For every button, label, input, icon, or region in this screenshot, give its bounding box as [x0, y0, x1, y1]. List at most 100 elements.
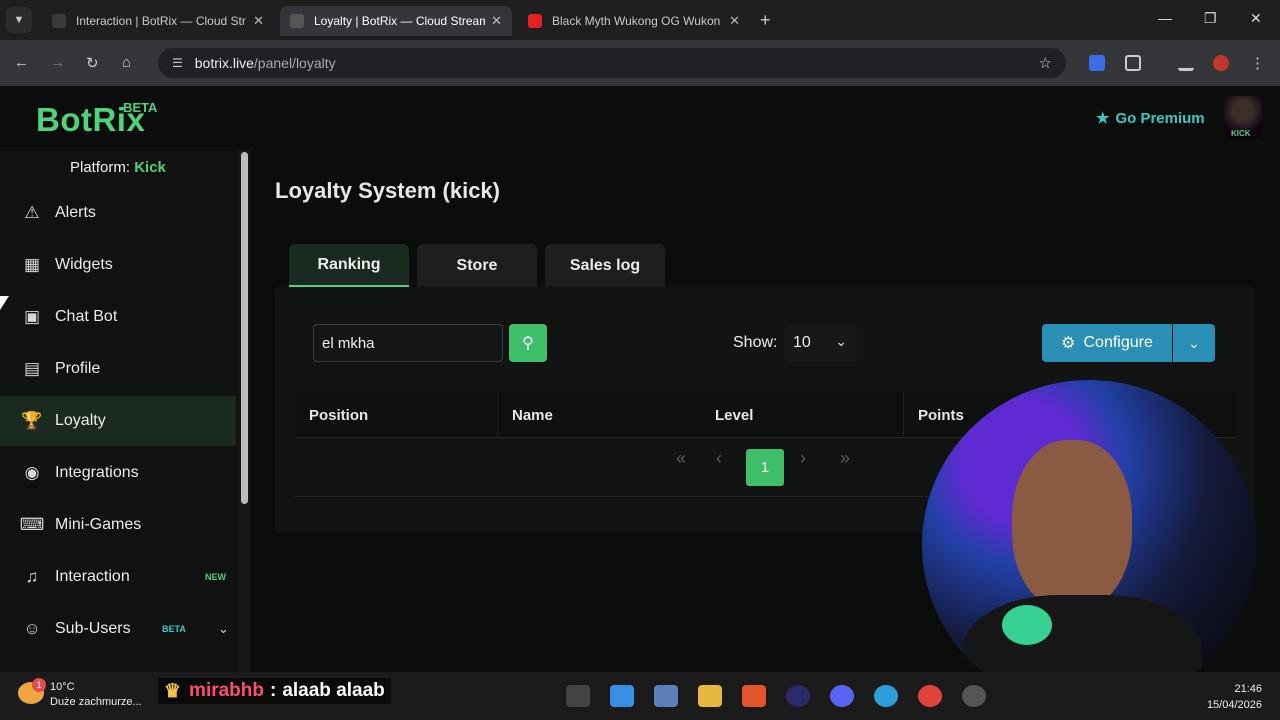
folder-icon[interactable]: [698, 685, 722, 707]
close-tab-icon[interactable]: ✕: [729, 13, 740, 29]
sidebar-item-label: Loyalty: [55, 412, 106, 429]
sidebar-item-label: Sub-Users: [55, 620, 131, 637]
configure-label: Configure: [1083, 334, 1153, 351]
restore-button[interactable]: ❐: [1204, 10, 1217, 27]
platform-indicator: Platform: Kick: [70, 159, 166, 176]
widgets-icon: ▦: [23, 255, 41, 274]
users-icon: ☺: [23, 619, 41, 638]
id-card-icon: ▤: [23, 359, 41, 378]
close-window-button[interactable]: ✕: [1250, 10, 1262, 27]
prev-page-button[interactable]: ‹: [716, 448, 722, 469]
sidebar-item-label: Integrations: [55, 464, 139, 481]
sidebar-item-integrations[interactable]: ◉ Integrations: [0, 448, 236, 498]
page-size-value: 10: [793, 334, 811, 351]
clock-time: 21:46: [1234, 683, 1262, 695]
warning-icon: ⚠: [24, 203, 40, 222]
tab-sales-log[interactable]: Sales log: [545, 244, 665, 288]
sidebar-item-label: Mini-Games: [55, 516, 142, 533]
search-button[interactable]: ⚲: [509, 324, 547, 362]
back-button[interactable]: ←: [14, 54, 29, 71]
botrix-favicon-icon: [52, 14, 66, 28]
configure-button[interactable]: ⚙ Configure: [1042, 324, 1172, 362]
extensions-puzzle-icon[interactable]: [1125, 55, 1141, 71]
tab-ranking[interactable]: Ranking: [289, 244, 409, 288]
address-path: /panel/loyalty: [253, 55, 336, 71]
app-icon[interactable]: [962, 685, 986, 707]
sidebar-item-label: Interaction: [55, 568, 130, 585]
search-input-value: el mkha: [322, 334, 375, 352]
microphone-light: [1002, 605, 1052, 645]
sidebar-item-mini-games[interactable]: ⌨ Mini-Games: [0, 500, 236, 550]
sidebar-item-interaction[interactable]: ♫ Interaction NEW: [0, 552, 236, 602]
brave-icon[interactable]: [742, 685, 766, 707]
bookmark-star-icon[interactable]: ☆: [1039, 54, 1052, 72]
close-tab-icon[interactable]: ✕: [491, 13, 502, 29]
edge-icon[interactable]: [874, 685, 898, 707]
sidebar-item-widgets[interactable]: ▦ Widgets: [0, 240, 236, 290]
last-page-button[interactable]: »: [840, 448, 850, 469]
browser-menu-icon[interactable]: ⋮: [1250, 54, 1265, 72]
webcam-overlay: [922, 380, 1257, 710]
gears-icon: ⚙: [1061, 335, 1076, 352]
system-clock[interactable]: 21:46 15/04/2026: [1198, 681, 1262, 713]
mouse-cursor: [0, 296, 9, 310]
forward-button[interactable]: →: [50, 54, 65, 71]
address-bar[interactable]: ☰ botrix.live/panel/loyalty ☆: [158, 48, 1066, 78]
extension-shield-icon[interactable]: [1089, 55, 1105, 71]
close-tab-icon[interactable]: ✕: [253, 13, 264, 29]
first-page-button[interactable]: «: [676, 448, 686, 469]
obs-icon[interactable]: [786, 685, 810, 707]
reload-button[interactable]: ↻: [86, 54, 99, 72]
site-info-icon[interactable]: ☰: [172, 56, 183, 70]
music-icon: ♫: [25, 567, 39, 586]
profile-icon[interactable]: [1213, 55, 1229, 71]
chat-overlay-message: ♛ mirabhb : alaab alaab: [158, 678, 391, 704]
go-premium-link[interactable]: ★ Go Premium: [1096, 109, 1205, 128]
page-size-select[interactable]: 10 ⌄: [785, 324, 857, 362]
crown-icon: ♛: [164, 680, 182, 702]
sidebar-item-loyalty[interactable]: 🏆 Loyalty: [0, 396, 236, 446]
chat-message: alaab alaab: [282, 680, 385, 701]
go-premium-label: Go Premium: [1115, 109, 1205, 127]
chat-separator: :: [270, 680, 277, 701]
sidebar-scrollbar[interactable]: [241, 152, 248, 504]
configure-dropdown-toggle[interactable]: ⌄: [1173, 324, 1215, 362]
avatar-platform-label: KICK: [1231, 129, 1251, 138]
tab-search-dropdown[interactable]: ▼: [6, 7, 32, 33]
sidebar-item-sub-users[interactable]: ☺ Sub-Users BETA ⌄: [0, 604, 236, 654]
tab-store[interactable]: Store: [417, 244, 537, 288]
column-header-name[interactable]: Name: [497, 392, 701, 438]
search-icon: ⚲: [522, 335, 534, 352]
calculator-icon[interactable]: [654, 685, 678, 707]
task-view-icon[interactable]: [566, 685, 590, 707]
address-host: botrix.live: [194, 55, 254, 71]
sidebar-item-alerts[interactable]: ⚠ Alerts: [0, 188, 236, 238]
chevron-down-icon: ⌄: [835, 333, 847, 349]
discord-icon[interactable]: [830, 685, 854, 707]
current-page-button[interactable]: 1: [746, 449, 784, 486]
next-page-button[interactable]: ›: [800, 448, 806, 469]
search-input[interactable]: el mkha: [313, 324, 503, 362]
sidebar-item-profile[interactable]: ▤ Profile: [0, 344, 236, 394]
botrix-favicon-icon: [290, 14, 304, 28]
minimize-button[interactable]: —: [1158, 10, 1172, 26]
store-icon[interactable]: [610, 685, 634, 707]
sidebar: Platform: Kick ⚠ Alerts ▦ Widgets ▣ Chat…: [0, 151, 240, 672]
show-label: Show:: [733, 334, 778, 351]
weather-widget[interactable]: 10°C Duże zachmurze...: [50, 680, 142, 710]
browser-tab-loyalty[interactable]: Loyalty | BotRix — Cloud Stream ✕: [280, 6, 512, 36]
media-controls-icon[interactable]: [1178, 55, 1194, 71]
browser-tab-interaction[interactable]: Interaction | BotRix — Cloud Str ✕: [42, 6, 274, 36]
logo-beta-badge: BETA: [123, 100, 158, 115]
new-tab-button[interactable]: +: [760, 10, 771, 31]
sidebar-item-chat-bot[interactable]: ▣ Chat Bot: [0, 292, 236, 342]
chevron-down-icon[interactable]: ⌄: [218, 621, 229, 637]
home-button[interactable]: ⌂: [122, 54, 131, 71]
weather-desc: Duże zachmurze...: [50, 696, 142, 708]
notification-badge: 1: [32, 678, 46, 692]
browser-tab-youtube[interactable]: Black Myth Wukong OG Wukon ✕: [518, 6, 750, 36]
weather-temp: 10°C: [50, 681, 75, 693]
chrome-icon[interactable]: [918, 685, 942, 707]
column-header-position[interactable]: Position: [295, 392, 497, 438]
column-header-level[interactable]: Level: [701, 392, 903, 438]
